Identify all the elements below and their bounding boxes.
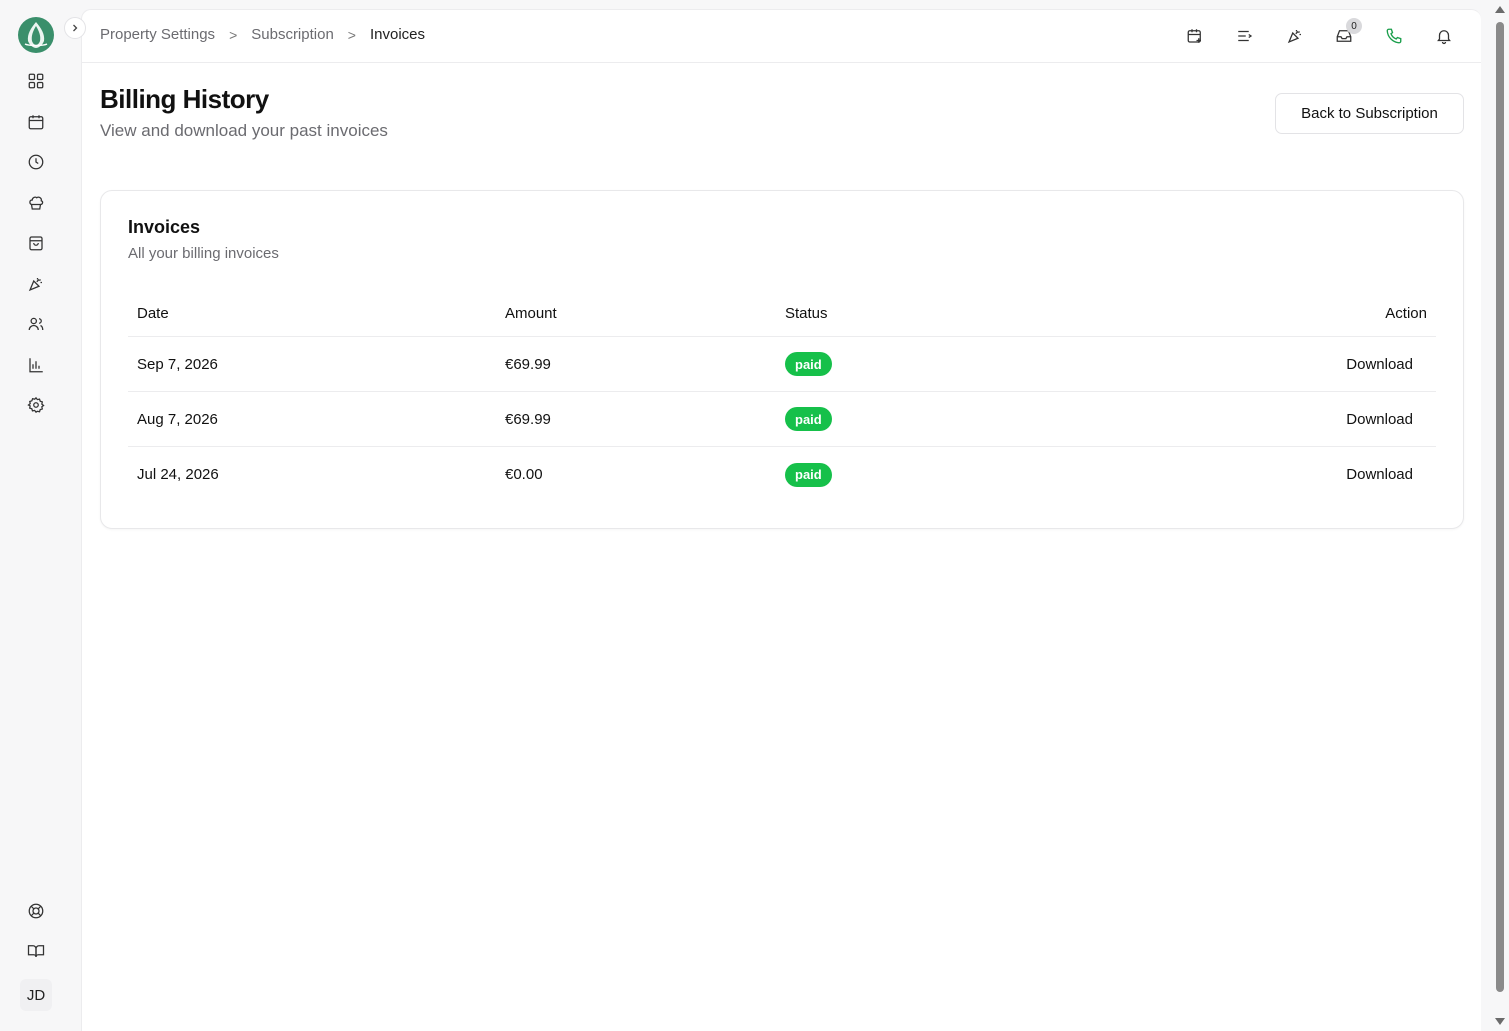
status-badge: paid	[785, 462, 832, 487]
scroll-down-arrow-icon[interactable]	[1495, 1018, 1505, 1025]
lifebuoy-icon	[28, 903, 44, 919]
invoice-status: paid	[785, 447, 832, 502]
column-header-action: Action	[1385, 305, 1427, 322]
sidebar-item-shop[interactable]	[24, 231, 48, 255]
card-title: Invoices	[128, 217, 201, 237]
download-button[interactable]: Download	[1346, 411, 1413, 428]
table-row: Jul 24, 2026 €0.00 paid Download	[128, 447, 1436, 502]
scroll-thumb[interactable]	[1496, 22, 1504, 992]
breadcrumb-separator: >	[347, 26, 356, 43]
logo-icon[interactable]	[17, 16, 55, 54]
breadcrumb: Property Settings > Subscription > Invoi…	[100, 26, 425, 43]
party-popper-icon	[1287, 30, 1301, 44]
download-button[interactable]: Download	[1346, 466, 1413, 483]
chef-hat-icon	[29, 196, 44, 210]
invoice-date: Jul 24, 2026	[137, 466, 219, 483]
list-button[interactable]	[1233, 24, 1257, 48]
page-title: Billing History	[100, 84, 269, 114]
back-to-subscription-button[interactable]: Back to Subscription	[1275, 93, 1464, 134]
sidebar-item-dashboard[interactable]	[24, 69, 48, 93]
invoice-action: Download	[1346, 392, 1413, 446]
breadcrumb-item-subscription[interactable]: Subscription	[251, 26, 334, 43]
phone-button[interactable]	[1382, 24, 1406, 48]
invoices-card: Invoices All your billing invoices Date …	[100, 190, 1464, 529]
sidebar-item-history[interactable]	[24, 150, 48, 174]
inbox-button[interactable]: 0	[1332, 18, 1362, 48]
sidebar-item-users[interactable]	[24, 312, 48, 336]
inbox-count-badge: 0	[1346, 18, 1362, 34]
notifications-button[interactable]	[1432, 24, 1456, 48]
sidebar-item-calendar[interactable]	[24, 110, 48, 134]
dashboard-icon	[28, 73, 44, 89]
sidebar-item-settings[interactable]	[24, 393, 48, 417]
bar-chart-icon	[29, 358, 43, 373]
column-header-date: Date	[137, 305, 169, 322]
book-icon	[27, 945, 45, 958]
invoices-table: Date Amount Status Action Sep 7, 2026 €6…	[128, 291, 1436, 502]
bell-icon	[1437, 30, 1451, 45]
sidebar-item-kitchen[interactable]	[24, 191, 48, 215]
column-header-status: Status	[785, 305, 828, 322]
invoice-date: Sep 7, 2026	[137, 355, 218, 373]
status-badge: paid	[785, 352, 832, 376]
sidebar-item-events[interactable]	[24, 272, 48, 296]
calendar-add-icon	[1187, 29, 1201, 43]
invoice-status: paid	[785, 392, 832, 446]
sidebar-item-support[interactable]	[24, 899, 48, 923]
breadcrumb-separator: >	[229, 26, 238, 43]
column-header-amount: Amount	[505, 305, 557, 322]
users-icon	[28, 317, 44, 331]
invoice-action: Download	[1346, 447, 1413, 502]
sidebar-item-docs[interactable]	[24, 939, 48, 963]
calendar-icon	[28, 115, 44, 130]
table-row: Sep 7, 2026 €69.99 paid Download	[128, 337, 1436, 392]
scroll-up-arrow-icon[interactable]	[1495, 6, 1505, 13]
table-header-row: Date Amount Status Action	[128, 291, 1436, 337]
invoice-status: paid	[785, 337, 832, 391]
chevron-right-icon	[73, 24, 78, 32]
invoice-amount: €69.99	[505, 355, 551, 373]
sidebar: JD	[0, 0, 86, 1031]
party-popper-icon	[28, 278, 42, 292]
phone-icon	[1386, 28, 1402, 44]
shopping-bag-icon	[29, 236, 43, 251]
invoice-amount: €69.99	[505, 410, 551, 428]
table-row: Aug 7, 2026 €69.99 paid Download	[128, 392, 1436, 447]
calendar-add-button[interactable]	[1183, 24, 1207, 48]
events-button[interactable]	[1283, 24, 1307, 48]
status-badge: paid	[785, 407, 832, 431]
user-avatar[interactable]: JD	[20, 979, 52, 1011]
breadcrumb-item-invoices: Invoices	[369, 26, 426, 43]
invoice-amount: €0.00	[505, 466, 543, 483]
clock-icon	[28, 154, 44, 170]
sidebar-item-analytics[interactable]	[24, 353, 48, 377]
sidebar-collapse-button[interactable]	[64, 17, 86, 39]
list-arrow-icon	[1238, 30, 1253, 42]
invoice-action: Download	[1346, 337, 1413, 391]
gear-icon	[27, 396, 45, 413]
top-bar: Property Settings > Subscription > Invoi…	[82, 10, 1481, 63]
invoice-date: Aug 7, 2026	[137, 410, 218, 428]
page-scrollbar[interactable]	[1494, 0, 1506, 1031]
breadcrumb-item-property-settings[interactable]: Property Settings	[100, 26, 215, 43]
main-content: Property Settings > Subscription > Invoi…	[81, 9, 1481, 1031]
card-subtitle: All your billing invoices	[128, 245, 279, 262]
download-button[interactable]: Download	[1346, 356, 1413, 373]
page-subtitle: View and download your past invoices	[100, 121, 388, 140]
